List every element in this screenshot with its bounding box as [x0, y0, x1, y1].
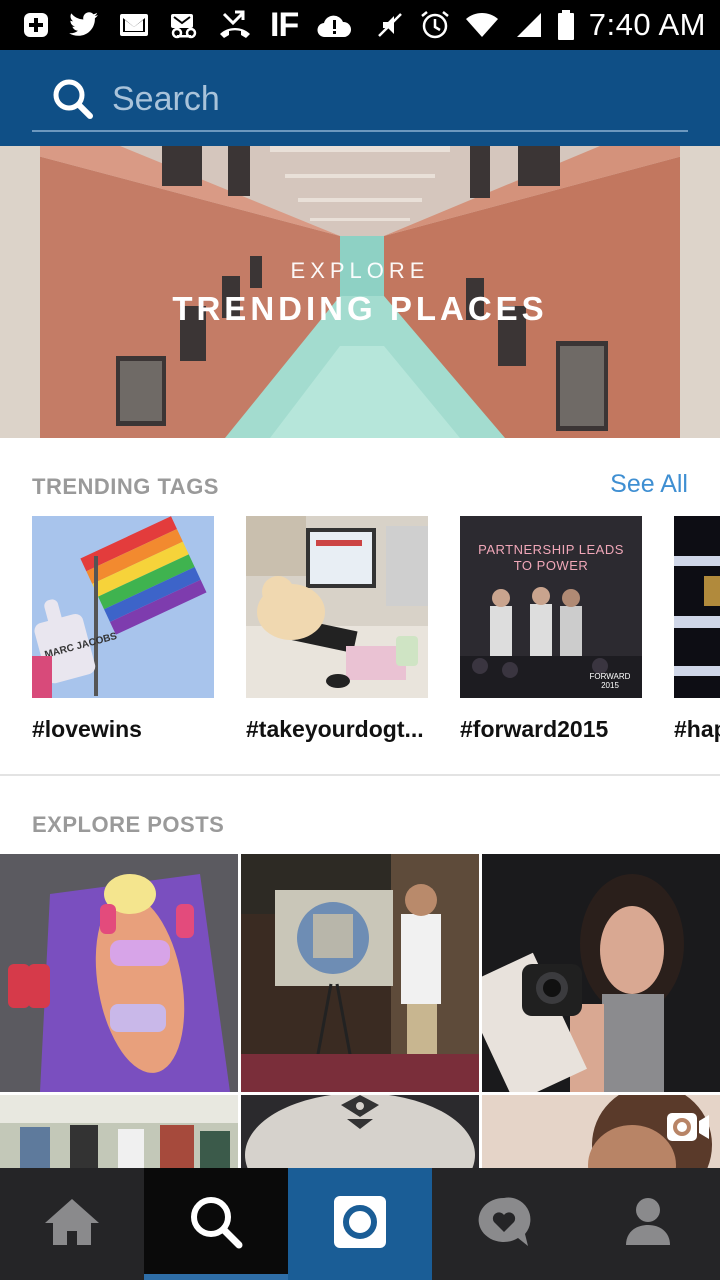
heart-bubble-icon	[476, 1196, 532, 1253]
cloud-alert-icon	[316, 11, 352, 39]
explore-post-tile[interactable]	[482, 1095, 720, 1168]
gmail-icon	[118, 11, 150, 39]
explore-posts-heading: EXPLORE POSTS	[32, 812, 225, 837]
banner-title: TRENDING PLACES	[172, 290, 548, 327]
explore-post-tile[interactable]	[241, 854, 479, 1092]
twitter-icon	[68, 11, 100, 39]
camera-icon	[332, 1194, 388, 1255]
image-caption: FORWARD 2015	[589, 672, 631, 690]
nav-camera[interactable]	[288, 1168, 432, 1280]
tag-label: #lovewins	[32, 716, 142, 742]
explore-post-tile[interactable]	[0, 1095, 238, 1168]
clock: 7:40 AM	[588, 7, 706, 42]
explore-posts-grid	[0, 854, 720, 1168]
search-input[interactable]	[112, 76, 672, 122]
status-bar-notifications: IF	[22, 5, 352, 44]
tag-thumbnail	[674, 516, 720, 698]
battery-icon	[557, 9, 575, 41]
trending-tags-heading: TRENDING TAGS	[32, 474, 219, 499]
banner-eyebrow: EXPLORE	[290, 258, 430, 283]
missed-call-icon	[218, 10, 252, 40]
nav-profile[interactable]	[576, 1168, 720, 1280]
see-all-link[interactable]: See All	[610, 470, 688, 499]
status-bar: IF 7:40 AM	[0, 0, 720, 50]
search-icon	[189, 1195, 243, 1254]
explore-trending-places-banner[interactable]: EXPLORE TRENDING PLACES	[0, 146, 720, 438]
nav-home[interactable]	[0, 1168, 144, 1280]
tag-card-lovewins[interactable]: MARC JACOBS #lovewins	[32, 516, 214, 743]
search-header	[0, 50, 720, 146]
nav-search[interactable]	[144, 1168, 288, 1280]
search-bar[interactable]	[32, 68, 688, 132]
home-icon	[43, 1197, 101, 1252]
banner-caption: EXPLORE TRENDING PLACES	[0, 258, 720, 328]
tag-label: #forward2015	[460, 716, 609, 742]
bottom-navigation	[0, 1168, 720, 1280]
signal-icon	[513, 11, 543, 39]
voicemail-icon	[168, 11, 200, 39]
trending-tags-row: MARC JACOBS #lovewins #takeyourdogt... P…	[0, 516, 720, 746]
nav-activity[interactable]	[432, 1168, 576, 1280]
search-icon	[52, 78, 94, 125]
status-bar-system: 7:40 AM	[375, 7, 706, 42]
video-icon	[666, 1111, 710, 1148]
section-divider	[0, 774, 720, 776]
explore-post-tile[interactable]	[241, 1095, 479, 1168]
tag-thumbnail: MARC JACOBS	[32, 516, 214, 698]
wifi-icon	[465, 11, 499, 39]
add-box-icon	[22, 11, 50, 39]
tag-thumbnail	[246, 516, 428, 698]
tag-card-forward2015[interactable]: PARTNERSHIP LEADS TO POWER FORWARD 2015 …	[460, 516, 642, 743]
ifttt-icon: IF	[270, 5, 299, 44]
mute-icon	[375, 10, 405, 40]
alarm-icon	[419, 9, 451, 41]
tag-label: #hap	[674, 716, 720, 742]
explore-post-tile[interactable]	[0, 854, 238, 1092]
tag-label: #takeyourdogt...	[246, 716, 424, 742]
person-icon	[624, 1197, 672, 1252]
tag-card-takeyourdog[interactable]: #takeyourdogt...	[246, 516, 428, 743]
tag-card-hap[interactable]: #hap	[674, 516, 720, 743]
tag-thumbnail: PARTNERSHIP LEADS TO POWER FORWARD 2015	[460, 516, 642, 698]
explore-post-tile[interactable]	[482, 854, 720, 1092]
